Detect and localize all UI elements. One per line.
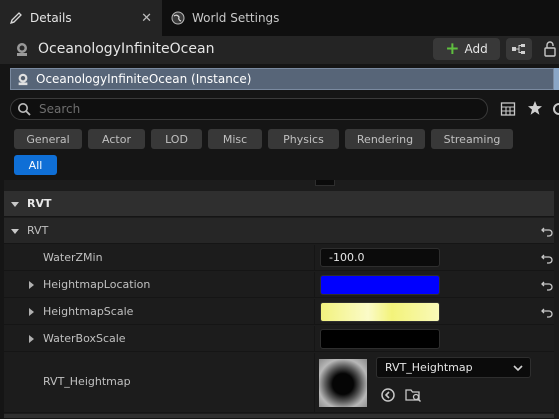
column-divider[interactable] [314,272,315,297]
property-label: WaterBoxScale [43,332,126,345]
use-selected-asset-icon[interactable] [380,387,396,403]
pencil-icon [8,10,24,26]
details-header: OceanologyInfiniteOcean + Add [0,36,559,64]
blueprint-icon [512,44,525,54]
blueprint-button[interactable] [506,38,532,60]
property-row-water-z-min: WaterZMin -100.0 [4,245,554,271]
column-divider[interactable] [314,326,315,351]
previous-property-field-edge [315,180,335,186]
filter-streaming-button[interactable]: Streaming [431,129,513,149]
property-row-water-box-scale: WaterBoxScale [4,326,554,352]
column-divider[interactable] [314,299,315,324]
tab-details-label: Details [30,11,72,25]
reset-to-default-icon[interactable] [541,279,553,291]
instance-row-edge [554,68,559,90]
texture-thumbnail[interactable] [319,359,367,407]
category-next[interactable] [4,414,554,419]
chevron-down-icon [11,202,19,207]
chevron-right-icon[interactable] [26,334,36,344]
category-rvt[interactable]: RVT [4,191,554,217]
actor-icon [14,41,30,57]
subcategory-rvt[interactable]: RVT [4,218,554,244]
category-label: RVT [27,197,52,210]
tab-details[interactable]: Details ✕ [0,0,162,36]
chevron-right-icon[interactable] [26,307,36,317]
search-placeholder: Search [39,102,81,116]
tab-world-settings-label: World Settings [192,11,280,25]
heightmap-location-color-swatch[interactable] [320,275,440,295]
instance-row[interactable]: OceanologyInfiniteOcean (Instance) [10,68,554,90]
add-component-button[interactable]: + Add [433,38,500,60]
tab-bar: Details ✕ World Settings [0,0,559,36]
filter-all-button[interactable]: All [14,155,57,175]
reset-to-default-icon[interactable] [541,306,553,318]
reset-to-default-icon[interactable] [541,252,553,264]
filter-lod-button[interactable]: LOD [151,129,202,149]
table-view-icon[interactable] [500,101,516,117]
actor-name: OceanologyInfiniteOcean [38,41,215,57]
scrollbar[interactable] [554,180,559,419]
subcategory-label: RVT [27,224,49,237]
globe-icon [170,10,186,26]
settings-icon[interactable] [551,101,559,117]
property-row-rvt-heightmap: RVT_Heightmap RVT_Heightmap [4,353,554,413]
property-row-heightmap-location: HeightmapLocation [4,272,554,298]
close-icon[interactable]: ✕ [141,11,152,26]
property-label: HeightmapScale [43,305,134,318]
browse-to-asset-icon[interactable] [405,387,423,403]
filter-physics-button[interactable]: Physics [268,129,339,149]
property-label: WaterZMin [43,251,103,264]
instance-label: OceanologyInfiniteOcean (Instance) [36,72,252,86]
filter-rendering-button[interactable]: Rendering [345,129,425,149]
water-z-min-field[interactable]: -100.0 [320,248,440,267]
property-label: HeightmapLocation [43,278,151,291]
reset-to-default-icon[interactable] [541,225,553,237]
lock-icon[interactable] [541,40,559,58]
property-row-heightmap-scale: HeightmapScale [4,299,554,325]
chevron-right-icon[interactable] [26,280,36,290]
texture-asset-name: RVT_Heightmap [385,361,473,374]
column-divider[interactable] [314,353,315,412]
column-divider[interactable] [314,245,315,270]
actor-instance-icon [16,72,30,86]
texture-asset-dropdown[interactable]: RVT_Heightmap [376,357,531,378]
search-icon [17,102,31,116]
chevron-down-icon [11,229,19,234]
chevron-down-icon [513,365,523,372]
property-label: RVT_Heightmap [43,375,131,388]
actor-title: OceanologyInfiniteOcean [14,41,214,57]
water-box-scale-color-swatch[interactable] [320,329,440,349]
filter-general-button[interactable]: General [14,129,82,149]
filter-misc-button[interactable]: Misc [208,129,262,149]
star-icon[interactable] [527,100,543,116]
search-input[interactable]: Search [10,98,488,120]
filter-actor-button[interactable]: Actor [88,129,145,149]
add-button-label: Add [464,42,488,56]
tab-world-settings[interactable]: World Settings [162,0,292,36]
plus-icon: + [445,39,460,59]
heightmap-scale-color-swatch[interactable] [320,302,440,322]
